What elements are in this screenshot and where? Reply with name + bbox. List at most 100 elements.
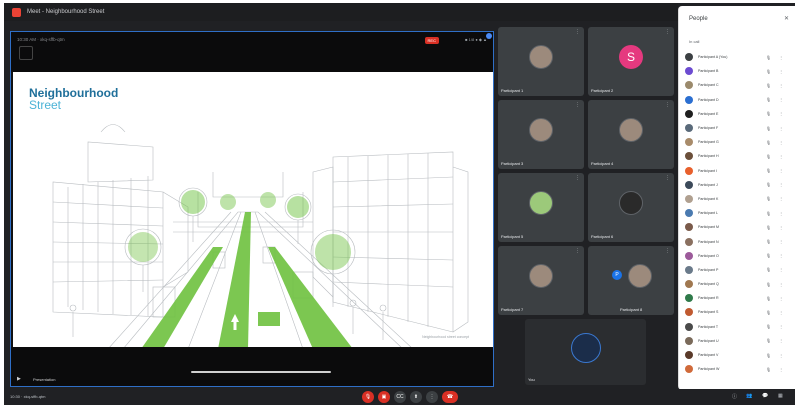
person-row[interactable]: Participant A (You) 🎙 ⋮	[685, 50, 793, 64]
leave-call-button[interactable]: ☎	[442, 391, 458, 403]
mic-icon[interactable]: 🎙	[766, 225, 771, 230]
person-row[interactable]: Participant H 🎙 ⋮	[685, 149, 793, 163]
more-options-icon[interactable]: ⋮	[779, 225, 783, 230]
people-icon[interactable]: 👥	[746, 393, 752, 399]
person-row[interactable]: Participant P 🎙 ⋮	[685, 263, 793, 277]
more-options-icon[interactable]: ⋮	[779, 111, 783, 116]
participant-tile[interactable]: ⋮ Participant 1	[498, 27, 584, 96]
mic-icon[interactable]: 🎙	[766, 55, 771, 60]
activities-icon[interactable]: ▦	[778, 393, 783, 399]
participant-tile[interactable]: ⋮ Participant 4	[588, 100, 674, 169]
chat-icon[interactable]: 💬	[762, 393, 768, 399]
mic-icon[interactable]: 🎙	[766, 126, 771, 131]
play-icon[interactable]: ▶	[17, 376, 21, 382]
more-options-icon[interactable]: ⋮	[575, 103, 580, 108]
person-row[interactable]: Participant G 🎙 ⋮	[685, 135, 793, 149]
person-row[interactable]: Participant I 🎙 ⋮	[685, 164, 793, 178]
mic-icon[interactable]: 🎙	[766, 338, 771, 343]
more-options-icon[interactable]: ⋮	[779, 253, 783, 258]
more-options-icon[interactable]: ⋮	[779, 55, 783, 60]
more-options-icon[interactable]: ⋮	[779, 310, 783, 315]
person-row[interactable]: Participant T 🎙 ⋮	[685, 320, 793, 334]
participant-tile[interactable]: ⋮ Participant 5	[498, 173, 584, 242]
mic-icon[interactable]: 🎙	[766, 239, 771, 244]
more-options-icon[interactable]: ⋮	[779, 239, 783, 244]
more-options-icon[interactable]: ⋮	[779, 83, 783, 88]
person-row[interactable]: Participant V 🎙 ⋮	[685, 348, 793, 362]
more-options-icon[interactable]: ⋮	[779, 324, 783, 329]
person-row[interactable]: Participant M 🎙 ⋮	[685, 220, 793, 234]
person-row[interactable]: Participant B 🎙 ⋮	[685, 64, 793, 78]
person-row[interactable]: Participant R 🎙 ⋮	[685, 291, 793, 305]
mic-icon[interactable]: 🎙	[766, 310, 771, 315]
mic-toggle-button[interactable]: 🎙	[362, 391, 374, 403]
mic-icon[interactable]: 🎙	[766, 168, 771, 173]
participant-tile[interactable]: P ⋮ Participant 8	[588, 246, 674, 315]
more-options-icon[interactable]: ⋮	[779, 97, 783, 102]
self-view-tile[interactable]: You	[525, 319, 646, 385]
mic-icon[interactable]: 🎙	[766, 211, 771, 216]
more-options-icon[interactable]: ⋮	[779, 296, 783, 301]
participant-tile[interactable]: ⋮ Participant 7	[498, 246, 584, 315]
person-row[interactable]: Participant D 🎙 ⋮	[685, 93, 793, 107]
person-row[interactable]: Participant O 🎙 ⋮	[685, 249, 793, 263]
more-options-icon[interactable]: ⋮	[665, 103, 670, 108]
mic-icon[interactable]: 🎙	[766, 353, 771, 358]
more-options-icon[interactable]: ⋮	[779, 182, 783, 187]
presentation-tile[interactable]: 10:30 AM · xkq-sffb-qtm REC ■ 1/8 ● ◆ ▲	[10, 31, 494, 387]
more-options-icon[interactable]: ⋮	[779, 367, 783, 372]
present-button[interactable]: ⬆	[410, 391, 422, 403]
info-icon[interactable]: ⓘ	[732, 393, 737, 400]
pin-icon[interactable]	[486, 33, 492, 39]
mic-icon[interactable]: 🎙	[766, 253, 771, 258]
camera-toggle-button[interactable]: ▣	[378, 391, 390, 403]
more-options-icon[interactable]: ⋮	[779, 140, 783, 145]
participant-tile[interactable]: ⋮ Participant 3	[498, 100, 584, 169]
mic-icon[interactable]: 🎙	[766, 69, 771, 74]
person-row[interactable]: Participant N 🎙 ⋮	[685, 234, 793, 248]
more-options-icon[interactable]: ⋮	[779, 353, 783, 358]
more-options-icon[interactable]: ⋮	[575, 176, 580, 181]
more-options-icon[interactable]: ⋮	[575, 30, 580, 35]
more-options-icon[interactable]: ⋮	[779, 196, 783, 201]
more-options-icon[interactable]: ⋮	[665, 249, 670, 254]
more-options-icon[interactable]: ⋮	[779, 69, 783, 74]
more-options-icon[interactable]: ⋮	[665, 176, 670, 181]
more-options-icon[interactable]: ⋮	[779, 211, 783, 216]
person-row[interactable]: Participant E 🎙 ⋮	[685, 107, 793, 121]
mic-icon[interactable]: 🎙	[766, 111, 771, 116]
mic-icon[interactable]: 🎙	[766, 97, 771, 102]
person-row[interactable]: Participant W 🎙 ⋮	[685, 362, 793, 376]
mic-icon[interactable]: 🎙	[766, 83, 771, 88]
close-icon[interactable]: ✕	[784, 15, 789, 22]
captions-button[interactable]: CC	[394, 391, 406, 403]
mic-icon[interactable]: 🎙	[766, 140, 771, 145]
more-options-icon[interactable]: ⋮	[779, 338, 783, 343]
more-options-icon[interactable]: ⋮	[575, 249, 580, 254]
person-row[interactable]: Participant K 🎙 ⋮	[685, 192, 793, 206]
mic-icon[interactable]: 🎙	[766, 282, 771, 287]
person-row[interactable]: Participant L 🎙 ⋮	[685, 206, 793, 220]
participant-tile[interactable]: S ⋮ Participant 2	[588, 27, 674, 96]
mic-icon[interactable]: 🎙	[766, 267, 771, 272]
person-row[interactable]: Participant J 🎙 ⋮	[685, 178, 793, 192]
mic-icon[interactable]: 🎙	[766, 154, 771, 159]
person-row[interactable]: Participant S 🎙 ⋮	[685, 305, 793, 319]
mic-icon[interactable]: 🎙	[766, 196, 771, 201]
person-row[interactable]: Participant F 🎙 ⋮	[685, 121, 793, 135]
more-options-button[interactable]: ⋮	[426, 391, 438, 403]
more-options-icon[interactable]: ⋮	[779, 154, 783, 159]
mic-icon[interactable]: 🎙	[766, 367, 771, 372]
participant-tile[interactable]: ⋮ Participant 6	[588, 173, 674, 242]
more-options-icon[interactable]: ⋮	[779, 267, 783, 272]
mic-icon[interactable]: 🎙	[766, 296, 771, 301]
presentation-menu-button[interactable]	[19, 46, 33, 60]
person-row[interactable]: Participant U 🎙 ⋮	[685, 334, 793, 348]
more-options-icon[interactable]: ⋮	[779, 126, 783, 131]
mic-icon[interactable]: 🎙	[766, 324, 771, 329]
person-row[interactable]: Participant C 🎙 ⋮	[685, 78, 793, 92]
more-options-icon[interactable]: ⋮	[779, 168, 783, 173]
more-options-icon[interactable]: ⋮	[665, 30, 670, 35]
presentation-progress[interactable]	[191, 371, 331, 373]
person-row[interactable]: Participant Q 🎙 ⋮	[685, 277, 793, 291]
